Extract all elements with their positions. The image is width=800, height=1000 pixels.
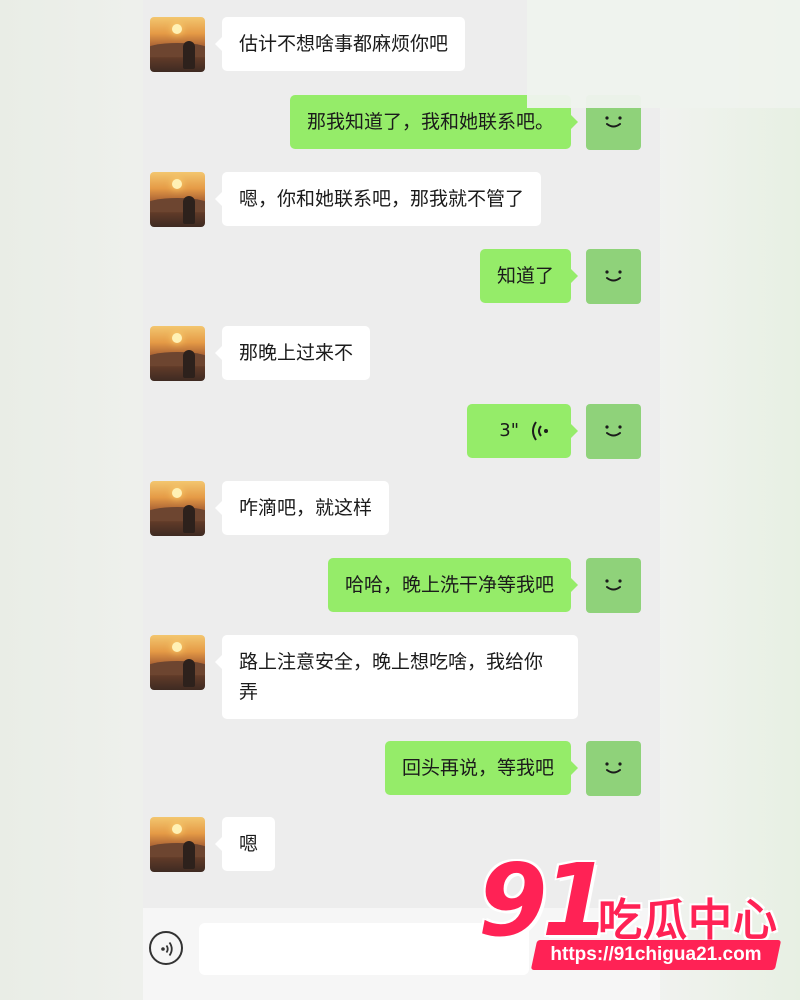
watermark-url: https://91chigua21.com (550, 944, 762, 965)
message-bubble-incoming[interactable]: 咋滴吧，就这样 (214, 481, 390, 535)
watermark-name: 吃瓜中心 (598, 895, 778, 946)
voice-input-icon (161, 941, 173, 957)
smiley-icon (605, 116, 622, 128)
smiley-icon (605, 579, 622, 591)
sound-wave-icon (532, 421, 548, 441)
glare-overlay (527, 0, 800, 108)
smiley-icon (605, 762, 622, 774)
voice-duration: 3" (499, 420, 519, 441)
watermark-logo: 91 吃瓜中心 https://91chigua21.com (478, 846, 790, 976)
contact-avatar[interactable] (150, 817, 205, 872)
smiley-icon (605, 425, 622, 437)
message-bubble-outgoing[interactable]: 知道了 (479, 249, 579, 303)
message-bubble-incoming[interactable]: 那晚上过来不 (214, 326, 371, 380)
message-bubble-incoming[interactable]: 估计不想啥事都麻烦你吧 (214, 17, 466, 71)
smiley-icon (605, 270, 622, 282)
my-avatar[interactable] (586, 741, 641, 796)
contact-avatar[interactable] (150, 326, 205, 381)
message-bubble-incoming[interactable]: 路上注意安全，晚上想吃啥，我给你弄 (215, 635, 578, 719)
contact-avatar[interactable] (150, 635, 205, 690)
message-bubble-incoming[interactable]: 嗯 (214, 817, 276, 871)
contact-avatar[interactable] (150, 481, 205, 536)
my-avatar[interactable] (586, 249, 641, 304)
my-avatar[interactable] (586, 404, 641, 459)
voice-message-bubble[interactable]: 3" (467, 404, 578, 458)
message-bubble-outgoing[interactable]: 哈哈，晚上洗干净等我吧 (327, 558, 579, 612)
my-avatar[interactable] (586, 558, 641, 613)
watermark-url-banner: https://91chigua21.com (530, 940, 782, 970)
contact-avatar[interactable] (150, 17, 205, 72)
contact-avatar[interactable] (150, 172, 205, 227)
message-bubble-outgoing[interactable]: 回头再说，等我吧 (384, 741, 579, 795)
message-bubble-incoming[interactable]: 嗯，你和她联系吧，那我就不管了 (214, 172, 542, 226)
voice-input-button[interactable] (149, 931, 183, 965)
